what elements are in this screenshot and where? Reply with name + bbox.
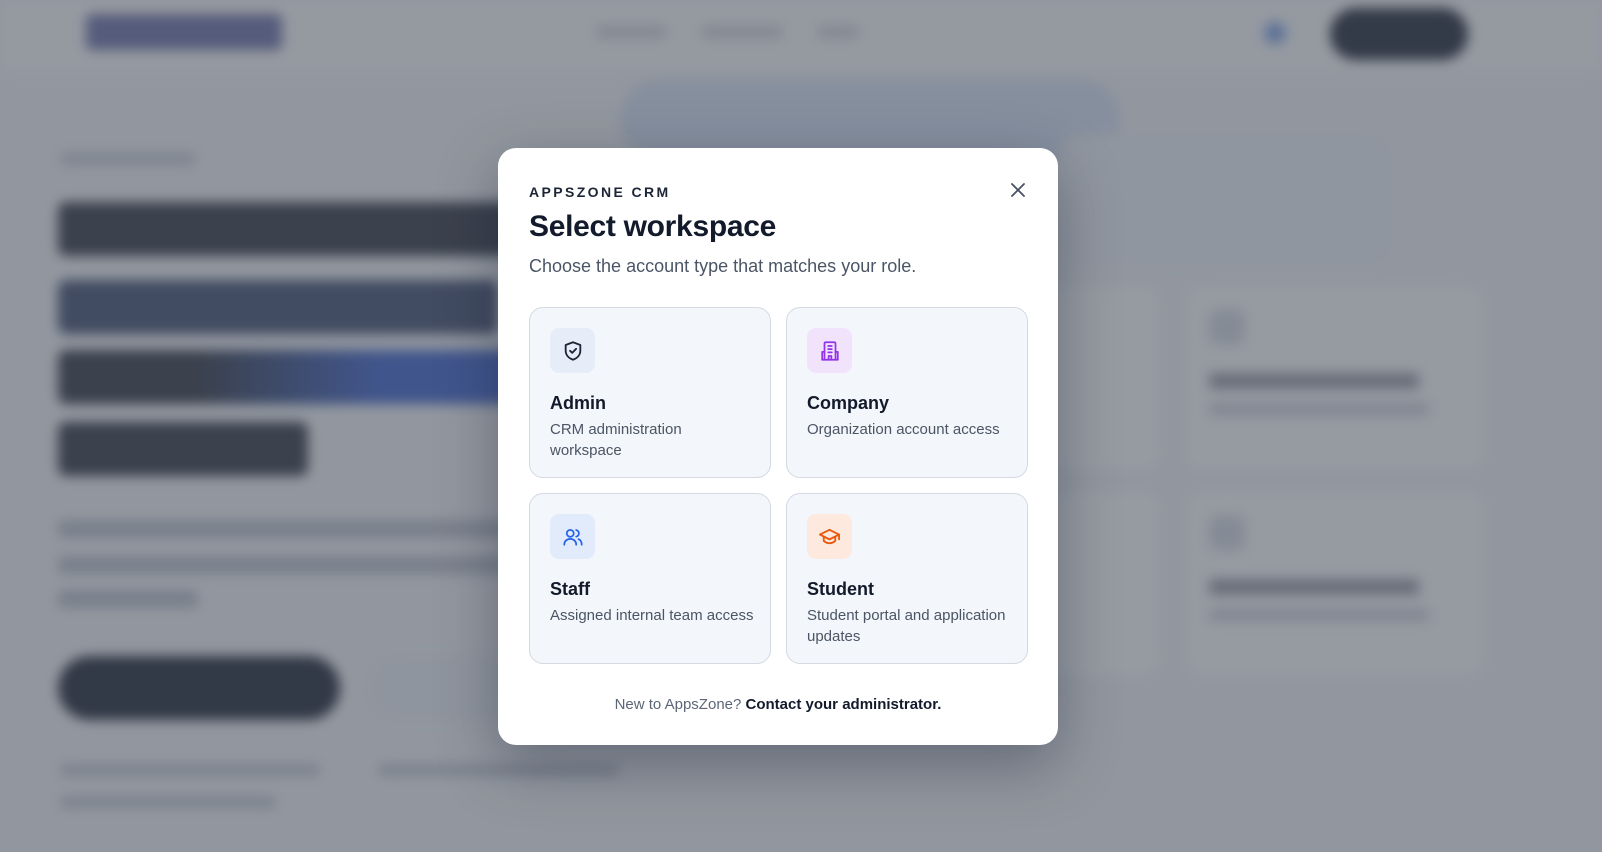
- workspace-card-staff[interactable]: Staff Assigned internal team access: [529, 493, 771, 664]
- card-title: Student: [807, 579, 874, 599]
- card-description: Student portal and application updates: [807, 607, 1006, 645]
- workspace-modal: APPSZONE CRM Select workspace Choose the…: [498, 148, 1058, 745]
- modal-subtitle: Choose the account type that matches you…: [529, 256, 917, 276]
- modal-footer: New to AppsZone? Contact your administra…: [498, 696, 1058, 713]
- workspace-card-student[interactable]: Student Student portal and application u…: [786, 493, 1028, 664]
- card-description: Assigned internal team access: [550, 607, 754, 624]
- footer-prefix: New to AppsZone?: [614, 696, 742, 713]
- workspace-options: Admin CRM administration workspace Compa…: [529, 307, 1028, 664]
- workspace-card-admin[interactable]: Admin CRM administration workspace: [529, 307, 771, 478]
- card-icon-container: [550, 514, 595, 559]
- users-icon: [562, 528, 583, 546]
- card-description: CRM administration workspace: [550, 421, 682, 459]
- card-icon-container: [807, 514, 852, 559]
- card-title: Staff: [550, 579, 590, 599]
- card-icon-container: [807, 328, 852, 373]
- modal-title: Select workspace: [529, 210, 777, 243]
- card-title: Admin: [550, 393, 606, 413]
- close-button[interactable]: [1006, 178, 1030, 202]
- card-icon-container: [550, 328, 595, 373]
- shield-check-icon: [564, 340, 581, 361]
- card-title: Company: [807, 393, 890, 413]
- workspace-card-company[interactable]: Company Organization account access: [786, 307, 1028, 478]
- graduation-cap-icon: [819, 528, 840, 545]
- modal-brand: APPSZONE CRM: [529, 184, 671, 200]
- contact-administrator-link[interactable]: Contact your administrator.: [746, 696, 942, 713]
- close-icon: [1011, 183, 1025, 197]
- card-description: Organization account access: [807, 421, 1000, 438]
- building-icon: [820, 340, 839, 361]
